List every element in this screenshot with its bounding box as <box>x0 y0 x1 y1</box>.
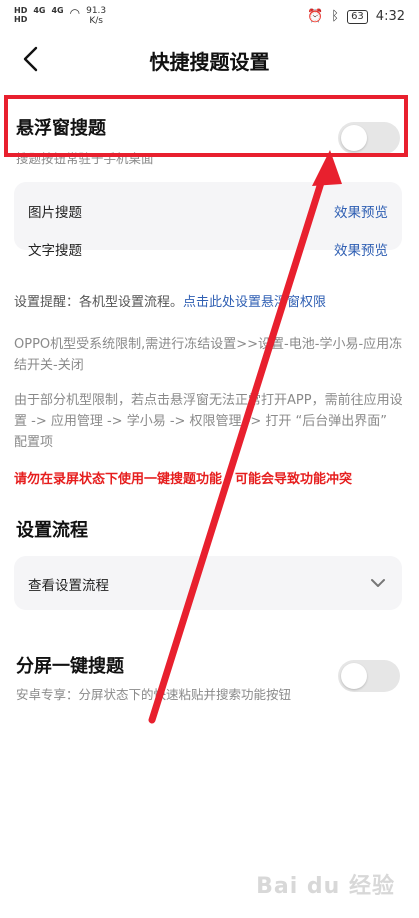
annotation-arrow-head <box>312 150 342 186</box>
signal-4g-icon-2: 4G <box>51 6 64 15</box>
wifi-icon: ◠ <box>69 6 81 20</box>
permission-note: 由于部分机型限制，若点击悬浮窗无法正常打开APP，需前往应用设置 -> 应用管理… <box>14 393 403 450</box>
toggle-knob <box>341 663 367 689</box>
list-item: 图片搜题 效果预览 <box>28 196 388 226</box>
alarm-icon: ⏰ <box>307 9 324 24</box>
split-search-toggle[interactable] <box>338 660 400 692</box>
bluetooth-icon: ᛒ <box>331 9 340 24</box>
split-search-subtitle: 安卓专享：分屏状态下的快速粘贴并搜索功能按钮 <box>16 687 292 702</box>
image-search-label: 图片搜题 <box>28 205 82 221</box>
net-speed-value: 91.3 <box>86 6 107 16</box>
sim1-indicator: HD <box>14 6 28 15</box>
floating-search-toggle[interactable] <box>338 122 400 154</box>
page-title: 快捷搜题设置 <box>149 50 270 74</box>
image-search-preview-link[interactable]: 效果预览 <box>334 201 388 221</box>
clock-time: 4:32 <box>375 9 405 24</box>
sim2-indicator: HD <box>14 15 28 24</box>
text-search-label: 文字搜题 <box>28 243 82 259</box>
view-process-label: 查看设置流程 <box>28 578 109 594</box>
net-speed-unit: K/s <box>89 16 103 26</box>
baidu-watermark: Bai du 经验 <box>256 874 395 899</box>
recording-warning: 请勿在录屏状态下使用一键搜题功能，可能会导致功能冲突 <box>14 472 353 487</box>
split-search-title: 分屏一键搜题 <box>16 656 124 677</box>
text-search-preview-link[interactable]: 效果预览 <box>334 239 388 259</box>
page-header: 快捷搜题设置 <box>0 38 419 82</box>
list-item: 文字搜题 效果预览 <box>28 234 388 264</box>
battery-level: 63 <box>347 9 368 24</box>
floating-search-subtitle: 搜题按钮常驻于手机桌面 <box>16 151 154 166</box>
process-section-title: 设置流程 <box>16 520 88 541</box>
view-process-row[interactable]: 查看设置流程 <box>14 556 402 610</box>
floating-search-title: 悬浮窗搜题 <box>16 118 106 139</box>
reminder-text: 设置提醒：各机型设置流程。 <box>14 295 184 310</box>
status-bar: HD HD 4G 4G ◠ 91.3 K/s ⏰ ᛒ 63 4:32 <box>0 0 419 34</box>
floating-permission-link[interactable]: 点击此处设置悬浮窗权限 <box>183 295 326 310</box>
signal-4g-icon: 4G <box>33 6 46 15</box>
toggle-knob <box>341 125 367 151</box>
chevron-down-icon <box>371 579 385 587</box>
setup-reminder: 设置提醒：各机型设置流程。点击此处设置悬浮窗权限 <box>14 292 404 313</box>
search-modes-card-bg: 图片搜题 效果预览 文字搜题 效果预览 <box>14 182 402 259</box>
oppo-note: OPPO机型受系统限制,需进行冻结设置>>设置-电池-学小易-应用冻结开关-关闭 <box>14 337 403 373</box>
